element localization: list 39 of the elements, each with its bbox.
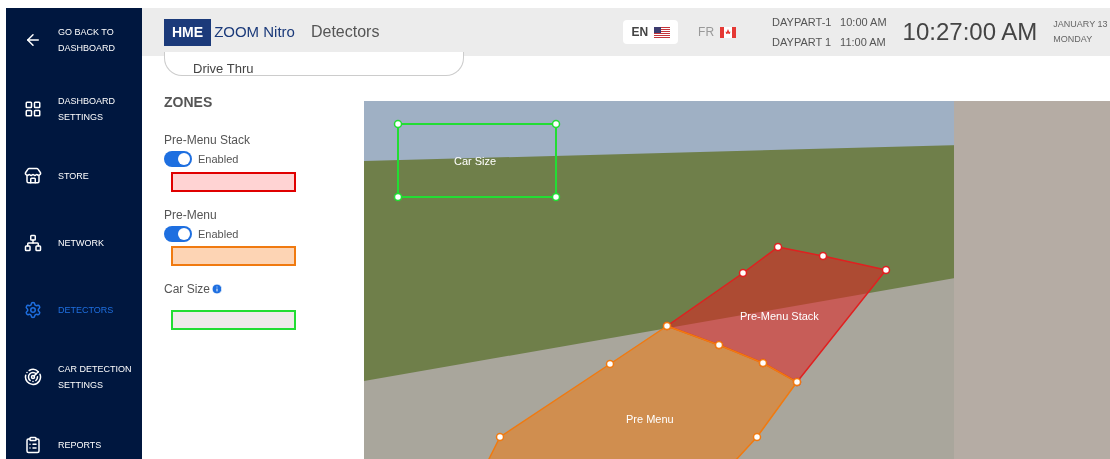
info-icon[interactable] bbox=[211, 283, 223, 295]
language-button[interactable]: EN bbox=[623, 20, 679, 44]
zones-heading: ZONES bbox=[164, 93, 214, 112]
zone-name: Pre-Menu Stack bbox=[164, 132, 251, 149]
zone-label: Pre Menu bbox=[626, 412, 674, 427]
clipboard-icon bbox=[24, 435, 42, 454]
store-icon bbox=[24, 167, 42, 186]
sidebar-item[interactable]: DASHBOARD SETTINGS bbox=[24, 94, 142, 124]
clock: 10:27:00 AM bbox=[902, 17, 1038, 47]
daypart-name: DAYPART-1 bbox=[772, 15, 833, 30]
zone-name: Car Size bbox=[164, 281, 210, 298]
daypart-time: 11:00 AM bbox=[840, 34, 886, 50]
toggle-switch[interactable] bbox=[164, 151, 192, 168]
date: JANUARY 13 bbox=[1053, 18, 1108, 31]
canada-flag-icon bbox=[720, 26, 737, 38]
weekday: MONDAY bbox=[1053, 33, 1094, 46]
us-flag-icon bbox=[654, 26, 671, 38]
lane-field[interactable]: Drive Thru bbox=[164, 52, 464, 76]
sidebar-item[interactable]: CAR DETECTION SETTINGS bbox=[24, 362, 142, 393]
toggle-switch[interactable] bbox=[164, 225, 192, 242]
zone-label: Pre-Menu Stack bbox=[740, 309, 819, 324]
radar-icon bbox=[24, 368, 42, 387]
sidebar-item[interactable]: NETWORK bbox=[24, 228, 142, 258]
toggle-label: Enabled bbox=[198, 226, 239, 242]
settings-icon bbox=[24, 300, 42, 319]
product-name: ZOOM Nitro bbox=[214, 21, 295, 42]
sidebar-item[interactable]: DETECTORS bbox=[24, 295, 142, 325]
grid-icon bbox=[24, 100, 42, 118]
zone-label: Car Size bbox=[454, 154, 497, 169]
page-title: Detectors bbox=[310, 22, 380, 42]
zone-name: Pre-Menu bbox=[164, 206, 217, 224]
logo: HME bbox=[164, 18, 212, 46]
sidebar-item[interactable]: STORE bbox=[24, 162, 142, 191]
daypart-name: DAYPART 1 bbox=[772, 34, 833, 50]
network-icon bbox=[24, 234, 42, 253]
toggle-label: Enabled bbox=[198, 152, 239, 167]
sidebar-item[interactable]: REPORTS bbox=[24, 430, 142, 459]
back-button[interactable]: GO BACK TO DASHBOARD bbox=[24, 24, 142, 56]
daypart-time: 10:00 AM bbox=[840, 15, 887, 30]
